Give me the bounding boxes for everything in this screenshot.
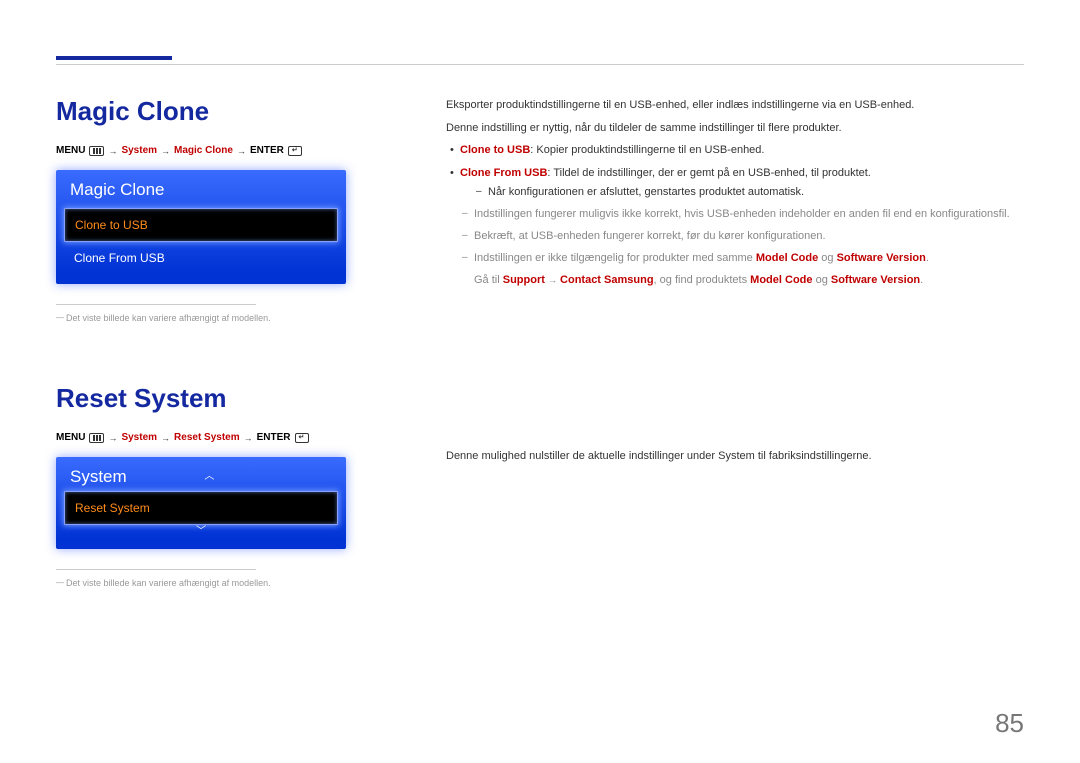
- breadcrumb-item: Reset System: [174, 432, 240, 443]
- page-number: 85: [995, 708, 1024, 739]
- section-title-reset-system: Reset System: [56, 383, 416, 414]
- right-column: Eksporter produktindstillingerne til en …: [416, 96, 1024, 638]
- breadcrumb-magic-clone: MENU → System → Magic Clone → ENTER: [56, 145, 416, 156]
- arrow-icon: →: [237, 146, 246, 156]
- osd-magic-clone: Magic Clone Clone to USB Clone From USB: [56, 170, 346, 284]
- body-text: Denne indstilling er nyttig, når du tild…: [446, 119, 1024, 138]
- header-rule: [56, 64, 1024, 65]
- body-text: og: [818, 252, 836, 264]
- term-model-code: Model Code: [750, 274, 812, 286]
- breadcrumb-enter-label: ENTER: [257, 432, 291, 443]
- osd-item-clone-to-usb[interactable]: Clone to USB: [64, 208, 338, 242]
- section-reset-system-body: Denne mulighed nulstiller de aktuelle in…: [446, 447, 1024, 466]
- page-content: Magic Clone MENU → System → Magic Clone …: [56, 96, 1024, 638]
- breadcrumb-system: System: [121, 145, 157, 156]
- body-text: .: [920, 274, 923, 286]
- term-software-version: Software Version: [831, 274, 920, 286]
- body-text: , og find produktets: [654, 274, 751, 286]
- chevron-up-icon[interactable]: ︿: [127, 472, 292, 482]
- breadcrumb-enter-label: ENTER: [250, 145, 284, 156]
- term-clone-to-usb: Clone to USB: [460, 144, 530, 156]
- breadcrumb-menu-label: MENU: [56, 145, 85, 156]
- osd-title: System ︿: [64, 465, 338, 491]
- sub-note: Indstillingen fungerer muligvis ikke kor…: [446, 205, 1024, 224]
- osd-title-text: System: [70, 467, 127, 487]
- breadcrumb-item: Magic Clone: [174, 145, 233, 156]
- menu-icon: [89, 433, 104, 443]
- disclaimer-text: Det viste billede kan variere afhængigt …: [56, 313, 416, 323]
- divider: [56, 569, 256, 570]
- list-item: Clone From USB: Tildel de indstillinger,…: [446, 164, 1024, 201]
- section-magic-clone-body: Eksporter produktindstillingerne til en …: [446, 96, 1024, 289]
- breadcrumb-menu-label: MENU: [56, 432, 85, 443]
- sub-note: Bekræft, at USB-enheden fungerer korrekt…: [446, 227, 1024, 246]
- body-text: Denne mulighed nulstiller de aktuelle in…: [446, 447, 1024, 466]
- breadcrumb-reset-system: MENU → System → Reset System → ENTER: [56, 432, 416, 443]
- term-software-version: Software Version: [837, 252, 926, 264]
- body-text: : Kopier produktindstillingerne til en U…: [530, 144, 764, 156]
- disclaimer-text: Det viste billede kan variere afhængigt …: [56, 578, 416, 588]
- body-text: og: [813, 274, 831, 286]
- body-text: Gå til: [474, 274, 503, 286]
- osd-item-reset-system[interactable]: Reset System: [64, 491, 338, 525]
- enter-icon: [295, 433, 309, 443]
- enter-icon: [288, 146, 302, 156]
- term-clone-from-usb: Clone From USB: [460, 167, 547, 179]
- section-magic-clone-left: Magic Clone MENU → System → Magic Clone …: [56, 96, 416, 323]
- arrow-icon: →: [548, 275, 557, 285]
- breadcrumb-system: System: [121, 432, 157, 443]
- term-contact-samsung: Contact Samsung: [560, 274, 654, 286]
- arrow-icon: →: [108, 146, 117, 156]
- arrow-icon: →: [161, 146, 170, 156]
- osd-item-clone-from-usb[interactable]: Clone From USB: [64, 242, 338, 274]
- sub-note: Indstillingen er ikke tilgængelig for pr…: [446, 249, 1024, 268]
- term-support: Support: [503, 274, 545, 286]
- osd-reset-system: System ︿ Reset System ﹀: [56, 457, 346, 549]
- body-text: Eksporter produktindstillingerne til en …: [446, 96, 1024, 115]
- sub-note: Når konfigurationen er afsluttet, gensta…: [460, 183, 1024, 202]
- chevron-down-icon[interactable]: ﹀: [64, 525, 338, 539]
- arrow-icon: →: [108, 433, 117, 443]
- sub-note: Gå til Support → Contact Samsung, og fin…: [446, 271, 1024, 290]
- left-column: Magic Clone MENU → System → Magic Clone …: [56, 96, 416, 638]
- list-item: Clone to USB: Kopier produktindstillinge…: [446, 141, 1024, 160]
- divider: [56, 304, 256, 305]
- header-accent-bar: [56, 56, 172, 60]
- section-title-magic-clone: Magic Clone: [56, 96, 416, 127]
- arrow-icon: →: [161, 433, 170, 443]
- body-text: Indstillingen er ikke tilgængelig for pr…: [474, 252, 756, 264]
- term-model-code: Model Code: [756, 252, 818, 264]
- menu-icon: [89, 146, 104, 156]
- body-text: .: [926, 252, 929, 264]
- arrow-icon: →: [244, 433, 253, 443]
- section-reset-system-left: Reset System MENU → System → Reset Syste…: [56, 383, 416, 588]
- body-text: : Tildel de indstillinger, der er gemt p…: [547, 167, 870, 179]
- osd-title: Magic Clone: [64, 178, 338, 208]
